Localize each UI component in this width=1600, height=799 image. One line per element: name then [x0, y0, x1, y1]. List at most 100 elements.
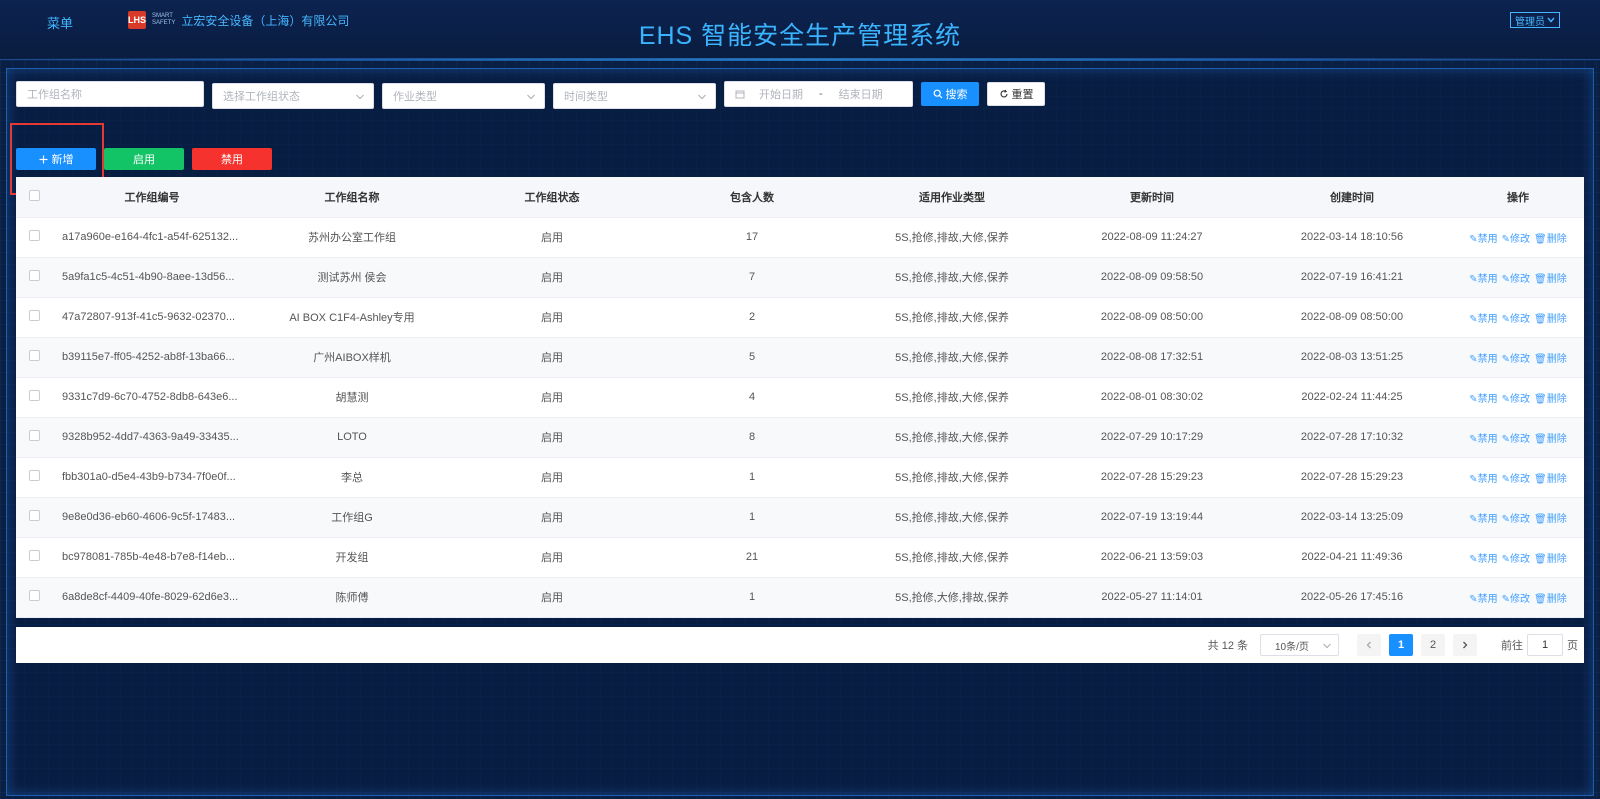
status-select[interactable]: 选择工作组状态 — [212, 83, 374, 109]
row-checkbox[interactable] — [28, 310, 40, 321]
column-header: 更新时间 — [1052, 177, 1252, 218]
disable-link-label: 禁用 — [1477, 233, 1498, 245]
row-checkbox[interactable] — [28, 390, 40, 401]
row-disable-link[interactable]: ✎禁用 — [1469, 470, 1497, 485]
reset-button[interactable]: 重置 — [987, 82, 1045, 106]
page-button-2[interactable]: 2 — [1421, 634, 1445, 656]
date-range-picker[interactable]: 开始日期 - 结束日期 — [724, 81, 913, 107]
row-delete-link[interactable]: 🗑删除 — [1534, 590, 1567, 605]
row-operations: ✎禁用 ✎修改 🗑删除 — [1452, 457, 1584, 497]
page-size-value: 10条/页 — [1275, 641, 1309, 653]
date-separator: - — [819, 88, 823, 100]
row-disable-link[interactable]: ✎禁用 — [1469, 270, 1497, 285]
row-edit-link[interactable]: ✎修改 — [1502, 550, 1530, 565]
select-all-checkbox[interactable] — [28, 189, 40, 201]
search-icon — [933, 89, 942, 99]
enable-button[interactable]: 启用 — [104, 148, 184, 170]
row-checkbox[interactable] — [28, 350, 40, 361]
row-disable-link[interactable]: ✎禁用 — [1469, 430, 1497, 445]
pagination: 共 12 条 10条/页 1 2 前往 页 — [16, 627, 1584, 663]
table-row: 9328b952-4dd7-4363-9a49-33435... LOTO 启用 8 5… — [16, 417, 1584, 457]
next-page-button[interactable] — [1453, 634, 1477, 656]
row-disable-link[interactable]: ✎禁用 — [1469, 510, 1497, 525]
row-disable-link[interactable]: ✎禁用 — [1469, 390, 1497, 405]
delete-link-label: 删除 — [1546, 593, 1567, 605]
cell-id: bc978081-785b-4e48-b7e8-f14eb... — [62, 551, 236, 563]
column-header: 创建时间 — [1252, 177, 1452, 218]
cell-count: 1 — [748, 471, 756, 483]
row-edit-link[interactable]: ✎修改 — [1502, 310, 1530, 325]
edit-link-label: 修改 — [1510, 513, 1531, 525]
row-delete-link[interactable]: 🗑删除 — [1534, 230, 1567, 245]
row-edit-link[interactable]: ✎修改 — [1502, 510, 1530, 525]
row-disable-link[interactable]: ✎禁用 — [1469, 350, 1497, 365]
row-operations: ✎禁用 ✎修改 🗑删除 — [1452, 257, 1584, 297]
row-delete-link[interactable]: 🗑删除 — [1534, 390, 1567, 405]
row-edit-link[interactable]: ✎修改 — [1502, 390, 1530, 405]
cell-types: 5S,抢修,排故,大修,保养 — [895, 392, 1009, 404]
row-checkbox[interactable] — [28, 590, 40, 601]
table-row: 9331c7d9-6c70-4752-8db8-643e6... 胡慧测 启用 4 5S… — [16, 377, 1584, 417]
row-delete-link[interactable]: 🗑删除 — [1534, 310, 1567, 325]
disable-link-label: 禁用 — [1477, 553, 1498, 565]
row-select-cell — [16, 417, 52, 457]
row-checkbox[interactable] — [28, 470, 40, 481]
row-edit-link[interactable]: ✎修改 — [1502, 350, 1530, 365]
goto-page-input[interactable] — [1527, 634, 1563, 656]
chevron-down-icon — [356, 94, 364, 100]
row-delete-link[interactable]: 🗑删除 — [1534, 270, 1567, 285]
search-button[interactable]: 搜索 — [921, 82, 979, 106]
cell-types: 5S,抢修,排故,大修,保养 — [895, 552, 1009, 564]
user-label: 管理员 — [1515, 16, 1545, 28]
row-edit-link[interactable]: ✎修改 — [1502, 430, 1530, 445]
cell-created: 2022-07-19 16:41:21 — [1300, 271, 1404, 283]
row-delete-link[interactable]: 🗑删除 — [1534, 470, 1567, 485]
disable-link-label: 禁用 — [1477, 433, 1498, 445]
row-operations: ✎禁用 ✎修改 🗑删除 — [1452, 537, 1584, 577]
row-edit-link[interactable]: ✎修改 — [1502, 270, 1530, 285]
cell-updated: 2022-08-01 08:30:02 — [1100, 391, 1204, 403]
cell-count: 7 — [748, 271, 756, 283]
disable-button[interactable]: 禁用 — [192, 148, 272, 170]
cell-id: 47a72807-913f-41c5-9632-02370... — [62, 311, 236, 323]
row-delete-link[interactable]: 🗑删除 — [1534, 550, 1567, 565]
row-edit-link[interactable]: ✎修改 — [1502, 230, 1530, 245]
row-checkbox[interactable] — [28, 430, 40, 441]
row-disable-link[interactable]: ✎禁用 — [1469, 230, 1497, 245]
work-type-placeholder: 作业类型 — [393, 91, 437, 103]
user-menu-button[interactable]: 管理员 — [1510, 12, 1560, 28]
row-disable-link[interactable]: ✎禁用 — [1469, 310, 1497, 325]
row-checkbox[interactable] — [28, 550, 40, 561]
row-delete-link[interactable]: 🗑删除 — [1534, 350, 1567, 365]
row-disable-link[interactable]: ✎禁用 — [1469, 550, 1497, 565]
row-delete-link[interactable]: 🗑删除 — [1534, 510, 1567, 525]
row-checkbox[interactable] — [28, 270, 40, 281]
time-type-select[interactable]: 时间类型 — [553, 83, 716, 109]
row-select-cell — [16, 337, 52, 377]
cell-id: 9e8e0d36-eb60-4606-9c5f-17483... — [62, 511, 236, 523]
row-edit-link[interactable]: ✎修改 — [1502, 470, 1530, 485]
row-checkbox[interactable] — [28, 510, 40, 521]
row-delete-link[interactable]: 🗑删除 — [1534, 430, 1567, 445]
row-checkbox[interactable] — [28, 230, 40, 241]
cell-updated: 2022-08-09 08:50:00 — [1100, 311, 1204, 323]
edit-link-label: 修改 — [1510, 593, 1531, 605]
page-size-select[interactable]: 10条/页 — [1260, 634, 1339, 656]
column-header: 工作组名称 — [252, 177, 452, 218]
group-name-input[interactable]: 工作组名称 — [16, 81, 204, 107]
cell-id: 9331c7d9-6c70-4752-8db8-643e6... — [62, 391, 238, 403]
prev-page-button[interactable] — [1357, 634, 1381, 656]
cell-created: 2022-07-28 17:10:32 — [1300, 431, 1404, 443]
cell-name: AI BOX C1F4-Ashley专用 — [289, 312, 415, 324]
total-count: 共 12 条 — [1207, 640, 1248, 652]
row-edit-link[interactable]: ✎修改 — [1502, 590, 1530, 605]
work-type-select[interactable]: 作业类型 — [382, 83, 545, 109]
cell-types: 5S,抢修,排故,大修,保养 — [895, 232, 1009, 244]
cell-updated: 2022-08-08 17:32:51 — [1100, 351, 1204, 363]
cell-id: 5a9fa1c5-4c51-4b90-8aee-13d56... — [62, 271, 235, 283]
cell-status: 启用 — [541, 352, 563, 364]
row-disable-link[interactable]: ✎禁用 — [1469, 590, 1497, 605]
delete-link-label: 删除 — [1546, 553, 1567, 565]
page-button-1[interactable]: 1 — [1389, 634, 1413, 656]
cell-id: 9328b952-4dd7-4363-9a49-33435... — [62, 431, 239, 443]
